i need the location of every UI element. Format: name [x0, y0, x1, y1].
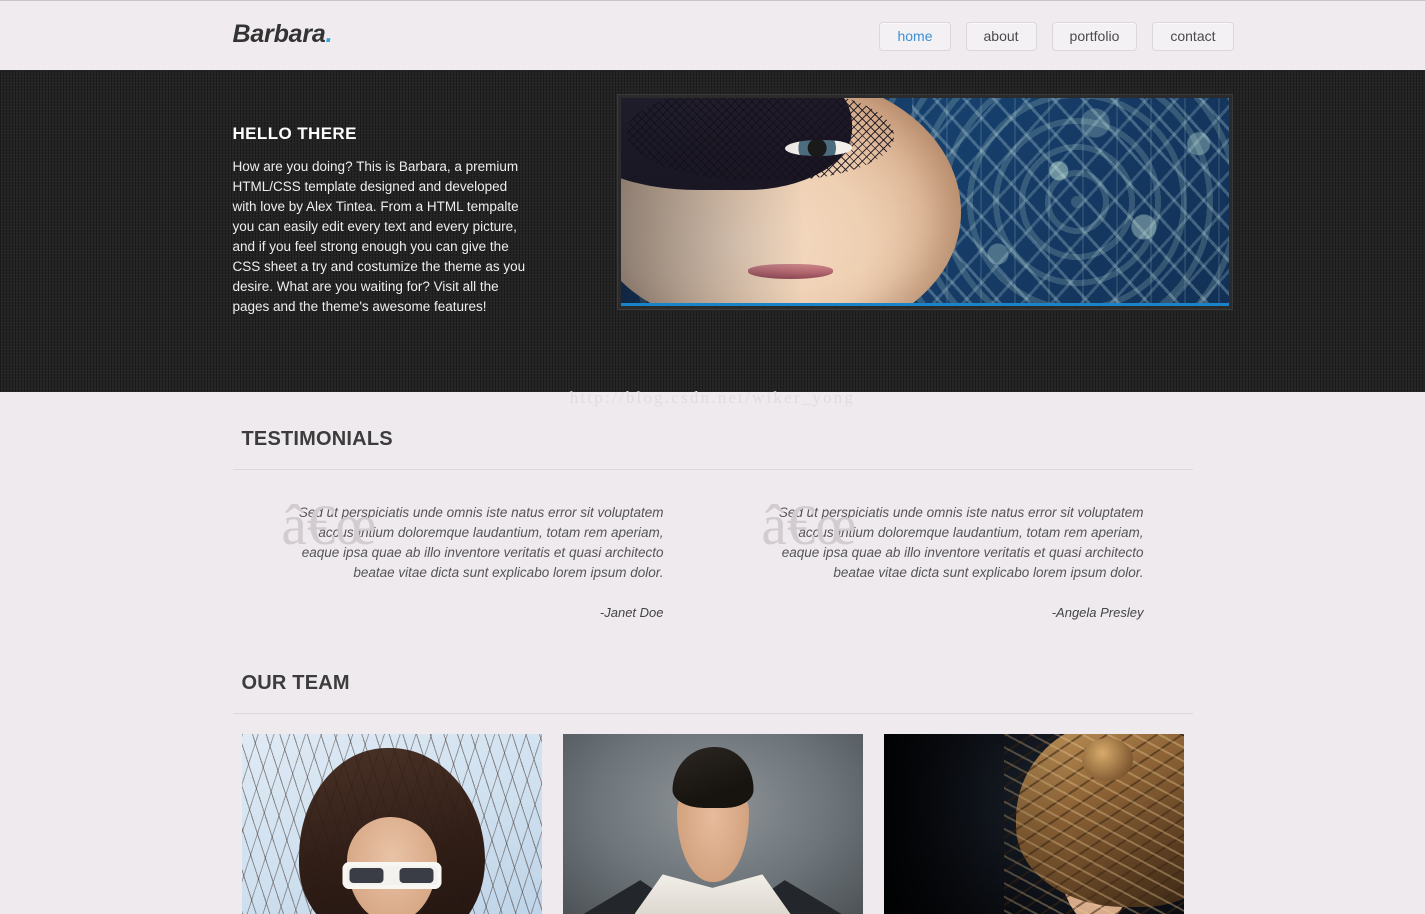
nav-item-portfolio[interactable]: portfolio [1051, 22, 1138, 51]
logo-text: Barbara [232, 20, 326, 48]
testimonials-list: â€œ Sed ut perspiciatis unde omnis iste … [233, 470, 1193, 636]
testimonial-author: -Angela Presley [1051, 605, 1144, 620]
team-list [233, 714, 1193, 914]
team-heading: OUR TEAM [241, 672, 350, 694]
team-member-photo [241, 734, 542, 914]
hero-title: HELLO THERE [232, 124, 357, 143]
header-inner: Barbara. home about portfolio contact [233, 1, 1234, 70]
hero-inner: HELLO THERE How are you doing? This is B… [233, 70, 1232, 392]
hero-image-vignette [620, 98, 1229, 306]
hero-section: HELLO THERE How are you doing? This is B… [0, 70, 1425, 392]
testimonial-item: â€œ Sed ut perspiciatis unde omnis iste … [273, 497, 673, 620]
team-member-sunglasses [342, 861, 441, 889]
site-header: Barbara. home about portfolio contact [0, 0, 1425, 70]
quote-mark-icon: â€œ [281, 494, 377, 557]
team-member-card[interactable] [241, 734, 542, 914]
main-navigation: home about portfolio contact [879, 22, 1234, 51]
hero-text-block: HELLO THERE How are you doing? This is B… [233, 124, 535, 317]
nav-item-home[interactable]: home [879, 22, 951, 51]
testimonials-heading: TESTIMONIALS [241, 428, 393, 450]
team-member-vignette [883, 734, 1184, 914]
logo-dot: . [325, 20, 333, 48]
team-member-card[interactable] [883, 734, 1184, 914]
hero-image [617, 95, 1232, 309]
team-member-card[interactable] [562, 734, 863, 914]
nav-item-contact[interactable]: contact [1152, 22, 1234, 51]
nav-item-about[interactable]: about [965, 22, 1037, 51]
main-content: TESTIMONIALS â€œ Sed ut perspiciatis und… [232, 392, 1193, 914]
site-logo[interactable]: Barbara. [233, 20, 333, 49]
testimonial-item: â€œ Sed ut perspiciatis unde omnis iste … [753, 497, 1153, 620]
quote-mark-icon: â€œ [761, 494, 857, 557]
hero-paragraph: How are you doing? This is Barbara, a pr… [232, 159, 526, 314]
team-member-photo [883, 734, 1184, 914]
team-member-photo [563, 734, 863, 914]
team-member-hair [672, 746, 753, 808]
testimonial-author: -Janet Doe [599, 605, 664, 620]
hero-image-accent-bar [620, 303, 1229, 306]
